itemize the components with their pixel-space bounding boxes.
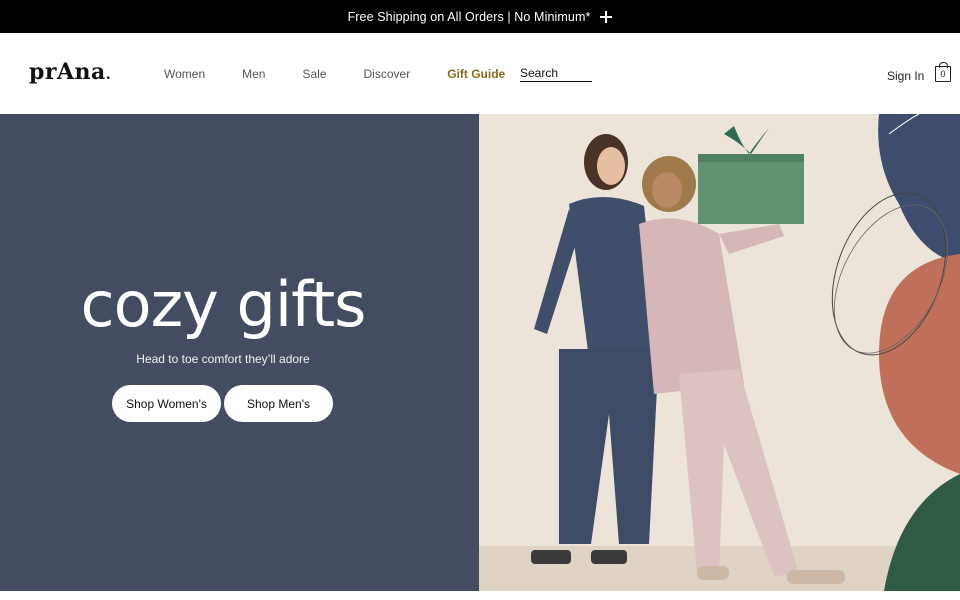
shopping-bag-icon[interactable]: 0 (935, 62, 951, 82)
brand-logo[interactable]: prAna. (29, 59, 111, 85)
nav-item-women[interactable]: Women (164, 67, 205, 81)
shop-womens-button[interactable]: Shop Women's (112, 385, 221, 422)
bottom-strip (0, 591, 960, 600)
nav-item-sale[interactable]: Sale (302, 67, 326, 81)
hero-photo[interactable] (479, 114, 960, 591)
couple-with-gift-illustration (479, 114, 960, 591)
main-nav: Women Men Sale Discover Gift Guide (164, 67, 542, 81)
shop-mens-button[interactable]: Shop Men's (224, 385, 333, 422)
nav-item-men[interactable]: Men (242, 67, 265, 81)
nav-item-gift-guide[interactable]: Gift Guide (447, 67, 505, 81)
plus-icon[interactable] (600, 10, 613, 23)
hero-title: cozy gifts (80, 268, 367, 341)
nav-item-discover[interactable]: Discover (364, 67, 411, 81)
promo-text: Free Shipping on All Orders | No Minimum… (347, 9, 591, 24)
promo-bar: Free Shipping on All Orders | No Minimum… (0, 0, 960, 33)
hero-subtitle: Head to toe comfort they’ll adore (136, 352, 310, 366)
site-header: prAna. Women Men Sale Discover Gift Guid… (0, 33, 960, 114)
search-input[interactable]: Search (520, 66, 592, 82)
bag-count: 0 (940, 69, 946, 79)
hero-panel: cozy gifts Head to toe comfort they’ll a… (0, 114, 479, 591)
sign-in-link[interactable]: Sign In (887, 69, 924, 83)
